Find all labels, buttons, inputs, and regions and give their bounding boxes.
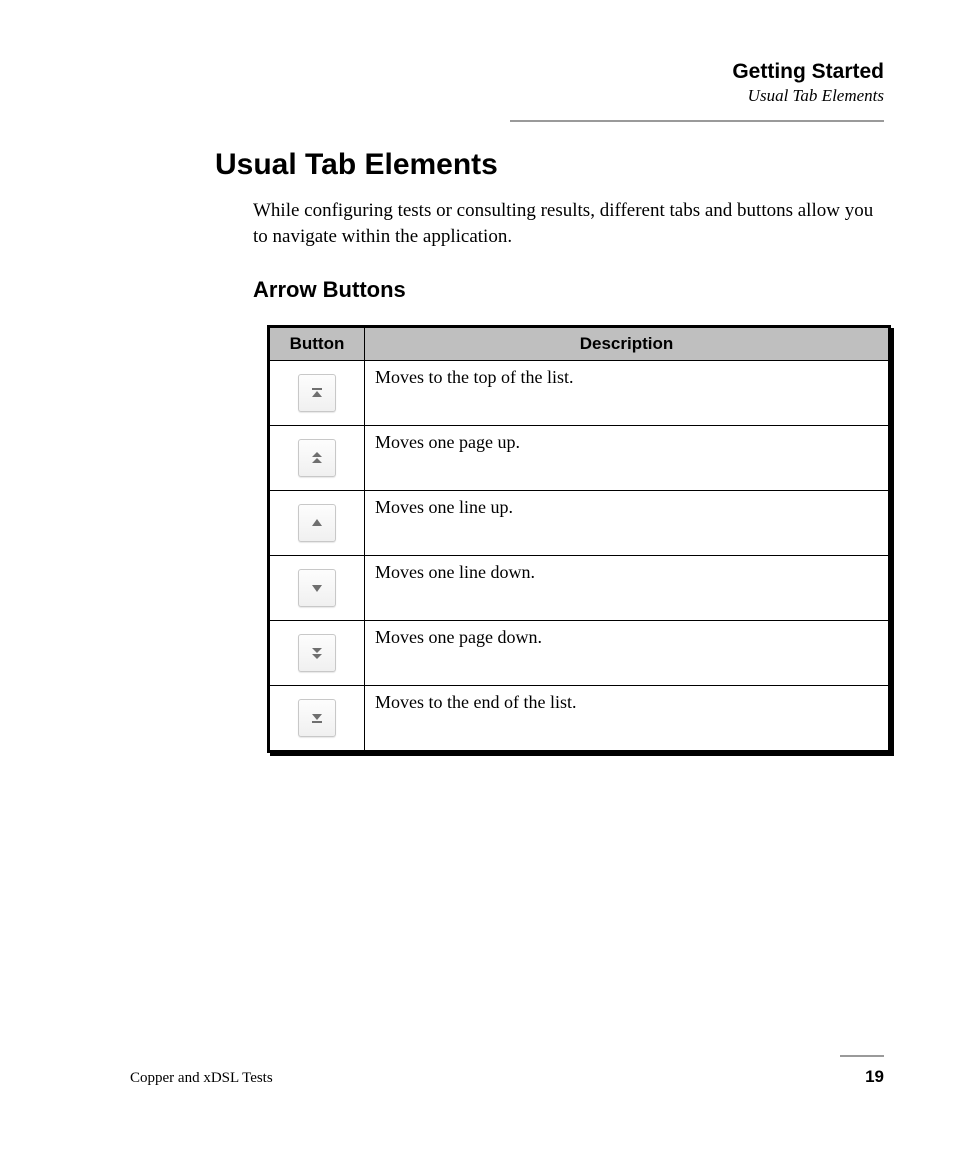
intro-paragraph: While configuring tests or consulting re…: [253, 198, 884, 249]
chapter-topic: Usual Tab Elements: [732, 86, 884, 106]
line-up-icon: [310, 516, 324, 530]
table-cell-description: Moves one line up.: [365, 491, 889, 556]
table-row: Moves one line down.: [270, 556, 889, 621]
table-row: Moves one page down.: [270, 621, 889, 686]
table-row: Moves one line up.: [270, 491, 889, 556]
table-header-button: Button: [270, 328, 365, 361]
subsection-heading: Arrow Buttons: [253, 277, 884, 303]
table-row: Moves one page up.: [270, 426, 889, 491]
line-down-button[interactable]: [298, 569, 336, 607]
go-top-icon: [310, 386, 324, 400]
table-cell-description: Moves one page down.: [365, 621, 889, 686]
page-number: 19: [865, 1067, 884, 1087]
table-cell-description: Moves to the top of the list.: [365, 361, 889, 426]
line-up-button[interactable]: [298, 504, 336, 542]
table-cell-description: Moves one page up.: [365, 426, 889, 491]
table-row: Moves to the top of the list.: [270, 361, 889, 426]
go-end-button[interactable]: [298, 699, 336, 737]
line-down-icon: [310, 581, 324, 595]
table-cell-description: Moves to the end of the list.: [365, 686, 889, 751]
section-heading: Usual Tab Elements: [215, 148, 884, 182]
page-down-icon: [310, 646, 324, 660]
arrow-buttons-table: Button Description: [267, 325, 891, 753]
go-top-button[interactable]: [298, 374, 336, 412]
table-cell-description: Moves one line down.: [365, 556, 889, 621]
footer-divider: [840, 1055, 884, 1057]
page-up-icon: [310, 451, 324, 465]
table-row: Moves to the end of the list.: [270, 686, 889, 751]
go-end-icon: [310, 711, 324, 725]
footer-doc-title: Copper and xDSL Tests: [130, 1070, 273, 1087]
chapter-title: Getting Started: [732, 60, 884, 84]
table-header-description: Description: [365, 328, 889, 361]
header-divider: [510, 120, 884, 122]
page-up-button[interactable]: [298, 439, 336, 477]
page-down-button[interactable]: [298, 634, 336, 672]
